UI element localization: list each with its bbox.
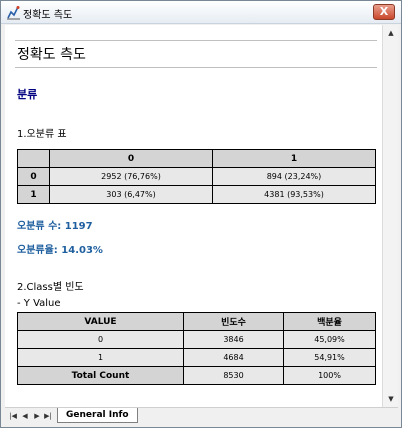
confusion-matrix-table: 0 1 0 2952 (76,76%) 894 (23,24%) 1 303 (… xyxy=(17,149,376,204)
total-label: Total Count xyxy=(17,366,184,385)
close-button[interactable]: X xyxy=(373,4,395,20)
row-header: 1 xyxy=(17,185,50,204)
table-cell: 45,09% xyxy=(283,330,376,349)
column-header: 0 xyxy=(49,149,213,168)
report-content[interactable]: 정확도 측도 분류 1.오분류 표 0 1 0 2952 (76,76%) 89… xyxy=(5,25,382,407)
table-cell: 303 (6,47%) xyxy=(49,185,213,204)
next-sheet-icon[interactable]: ▶ xyxy=(32,411,42,421)
column-header: 백분율 xyxy=(283,312,376,331)
row-header: 0 xyxy=(17,167,50,186)
misclassification-rate: 오분류율: 14.03% xyxy=(17,245,103,256)
chart-app-icon xyxy=(6,5,21,20)
table-row: 1 4684 54,91% xyxy=(17,348,376,367)
table-cell: 4381 (93,53%) xyxy=(212,185,376,204)
corner-cell xyxy=(17,149,50,168)
sheet-tab-bar: |◀ ◀ ▶ ▶| General Info xyxy=(5,407,398,424)
misclassification-count: 오분류 수: 1197 xyxy=(17,221,93,232)
vertical-scrollbar[interactable]: ▲ ▼ xyxy=(382,25,398,407)
column-header: 빈도수 xyxy=(183,312,284,331)
column-header: 1 xyxy=(212,149,376,168)
total-percent: 100% xyxy=(283,366,376,385)
variable-label: - Y Value xyxy=(17,298,61,309)
window-title: 정확도 측도 xyxy=(23,10,73,21)
divider xyxy=(15,67,377,68)
frequency-heading: 2.Class별 빈도 xyxy=(17,282,84,293)
table-row: 1 303 (6,47%) 4381 (93,53%) xyxy=(17,185,376,204)
section-heading: 분류 xyxy=(17,88,38,101)
table-cell: 4684 xyxy=(183,348,284,367)
table-row: 0 2952 (76,76%) 894 (23,24%) xyxy=(17,167,376,186)
report-title: 정확도 측도 xyxy=(17,47,86,63)
table-row: 0 3846 45,09% xyxy=(17,330,376,349)
frequency-table: VALUE 빈도수 백분율 0 3846 45,09% 1 4684 54,91… xyxy=(17,312,376,385)
scroll-down-arrow-icon[interactable]: ▼ xyxy=(383,391,399,407)
prev-sheet-icon[interactable]: ◀ xyxy=(20,411,30,421)
table-header-row: 0 1 xyxy=(17,149,376,168)
confusion-heading: 1.오분류 표 xyxy=(17,129,67,140)
first-sheet-icon[interactable]: |◀ xyxy=(8,411,18,421)
title-bar[interactable]: 정확도 측도 X xyxy=(1,1,401,24)
column-header: VALUE xyxy=(17,312,184,331)
table-cell: 0 xyxy=(17,330,184,349)
table-header-row: VALUE 빈도수 백분율 xyxy=(17,312,376,331)
table-cell: 1 xyxy=(17,348,184,367)
tab-general-info[interactable]: General Info xyxy=(57,408,138,423)
total-row: Total Count 8530 100% xyxy=(17,366,376,385)
table-cell: 3846 xyxy=(183,330,284,349)
scroll-up-arrow-icon[interactable]: ▲ xyxy=(383,25,399,41)
table-cell: 894 (23,24%) xyxy=(212,167,376,186)
report-window: 정확도 측도 X 정확도 측도 분류 1.오분류 표 0 1 0 2952 (7… xyxy=(0,0,402,428)
divider xyxy=(15,40,377,41)
close-icon: X xyxy=(379,5,389,18)
table-cell: 54,91% xyxy=(283,348,376,367)
total-count: 8530 xyxy=(183,366,284,385)
table-cell: 2952 (76,76%) xyxy=(49,167,213,186)
last-sheet-icon[interactable]: ▶| xyxy=(43,411,53,421)
